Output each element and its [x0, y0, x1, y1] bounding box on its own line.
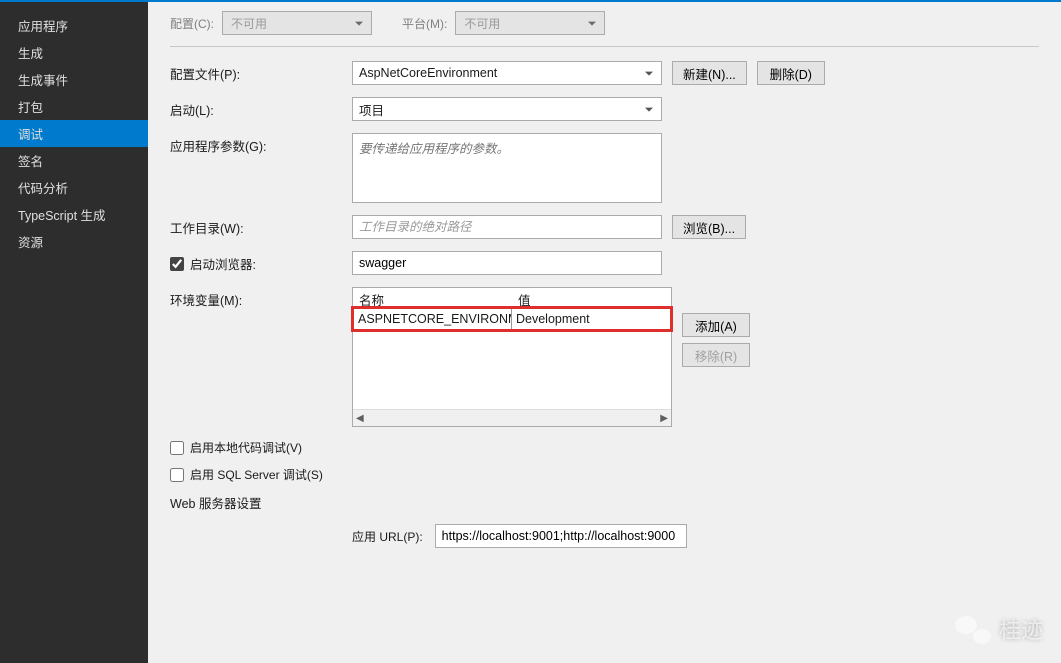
sidebar-item-label: 资源: [18, 232, 43, 251]
app-url-row: 应用 URL(P):: [352, 524, 1039, 548]
env-cell-name: ASPNETCORE_ENVIRONMENT: [354, 309, 512, 329]
env-variables-table[interactable]: 名称 值 ASPNETCORE_ENVIRONMENT Development …: [352, 287, 672, 427]
native-debug-checkbox[interactable]: [170, 441, 184, 455]
scroll-left-icon[interactable]: ◀: [356, 413, 364, 424]
profile-label: 配置文件(P):: [170, 61, 352, 83]
sqlserver-debug-label: 启用 SQL Server 调试(S): [190, 466, 323, 483]
launch-browser-input[interactable]: [352, 251, 662, 275]
native-debug-label: 启用本地代码调试(V): [190, 439, 302, 456]
sidebar-item-label: 签名: [18, 151, 43, 170]
horizontal-scrollbar[interactable]: ◀ ▶: [353, 409, 671, 426]
launch-browser-label: 启动浏览器:: [190, 254, 256, 273]
launch-label: 启动(L):: [170, 97, 352, 119]
profile-row: 配置文件(P): AspNetCoreEnvironment 新建(N)... …: [170, 61, 1039, 85]
workdir-label: 工作目录(W):: [170, 215, 352, 237]
configuration-label: 配置(C):: [170, 15, 214, 32]
sidebar-item-label: 调试: [18, 124, 43, 143]
sidebar-item-build-events[interactable]: 生成事件: [0, 66, 148, 93]
app-url-label: 应用 URL(P):: [352, 528, 423, 545]
platform-dropdown[interactable]: 不可用: [455, 11, 605, 35]
configuration-dropdown[interactable]: 不可用: [222, 11, 372, 35]
new-profile-button[interactable]: 新建(N)...: [672, 61, 747, 85]
sidebar-item-label: 应用程序: [18, 16, 68, 35]
browse-button[interactable]: 浏览(B)...: [672, 215, 746, 239]
sidebar-item-code-analysis[interactable]: 代码分析: [0, 174, 148, 201]
webserver-section-header: Web 服务器设置: [170, 493, 1039, 512]
env-header-name: 名称: [353, 288, 512, 308]
launch-browser-checkbox[interactable]: [170, 257, 184, 271]
launch-browser-row: 启动浏览器:: [170, 251, 1039, 275]
args-row: 应用程序参数(G):: [170, 133, 1039, 203]
env-label: 环境变量(M):: [170, 287, 352, 309]
sidebar-item-label: 打包: [18, 97, 43, 116]
main-layout: 应用程序 生成 生成事件 打包 调试 签名 代码分析 TypeScript 生成…: [0, 2, 1061, 663]
env-table-header: 名称 值: [353, 288, 671, 308]
sidebar-item-label: 生成事件: [18, 70, 68, 89]
sidebar-item-build[interactable]: 生成: [0, 39, 148, 66]
sidebar-item-package[interactable]: 打包: [0, 93, 148, 120]
sidebar-item-signing[interactable]: 签名: [0, 147, 148, 174]
sidebar-item-label: TypeScript 生成: [18, 205, 106, 224]
platform-label: 平台(M):: [402, 15, 447, 32]
sidebar-item-resources[interactable]: 资源: [0, 228, 148, 255]
env-buttons: 添加(A) 移除(R): [682, 287, 750, 427]
delete-profile-button[interactable]: 删除(D): [757, 61, 825, 85]
launch-row: 启动(L): 项目: [170, 97, 1039, 121]
sidebar-item-label: 生成: [18, 43, 43, 62]
app-url-input[interactable]: [435, 524, 687, 548]
args-label: 应用程序参数(G):: [170, 133, 352, 155]
sidebar: 应用程序 生成 生成事件 打包 调试 签名 代码分析 TypeScript 生成…: [0, 2, 148, 663]
sidebar-item-debug[interactable]: 调试: [0, 120, 148, 147]
env-cell-value: Development: [512, 309, 670, 329]
launch-select[interactable]: 项目: [352, 97, 662, 121]
add-env-button[interactable]: 添加(A): [682, 313, 750, 337]
remove-env-button: 移除(R): [682, 343, 750, 367]
env-header-value: 值: [512, 288, 671, 308]
profile-select[interactable]: AspNetCoreEnvironment: [352, 61, 662, 85]
args-textarea[interactable]: [352, 133, 662, 203]
config-header-row: 配置(C): 不可用 平台(M): 不可用: [170, 2, 1039, 47]
scroll-right-icon[interactable]: ▶: [660, 413, 668, 424]
content-panel: 配置(C): 不可用 平台(M): 不可用 配置文件(P): AspNetCor…: [148, 2, 1061, 663]
sidebar-item-application[interactable]: 应用程序: [0, 12, 148, 39]
workdir-input[interactable]: [352, 215, 662, 239]
env-row: 环境变量(M): 名称 值 ASPNETCORE_ENVIRONMENT Dev…: [170, 287, 1039, 427]
env-selected-row[interactable]: ASPNETCORE_ENVIRONMENT Development: [351, 306, 673, 332]
sqlserver-debug-checkbox[interactable]: [170, 468, 184, 482]
sidebar-item-typescript-build[interactable]: TypeScript 生成: [0, 201, 148, 228]
workdir-row: 工作目录(W): 浏览(B)...: [170, 215, 1039, 239]
sidebar-item-label: 代码分析: [18, 178, 68, 197]
